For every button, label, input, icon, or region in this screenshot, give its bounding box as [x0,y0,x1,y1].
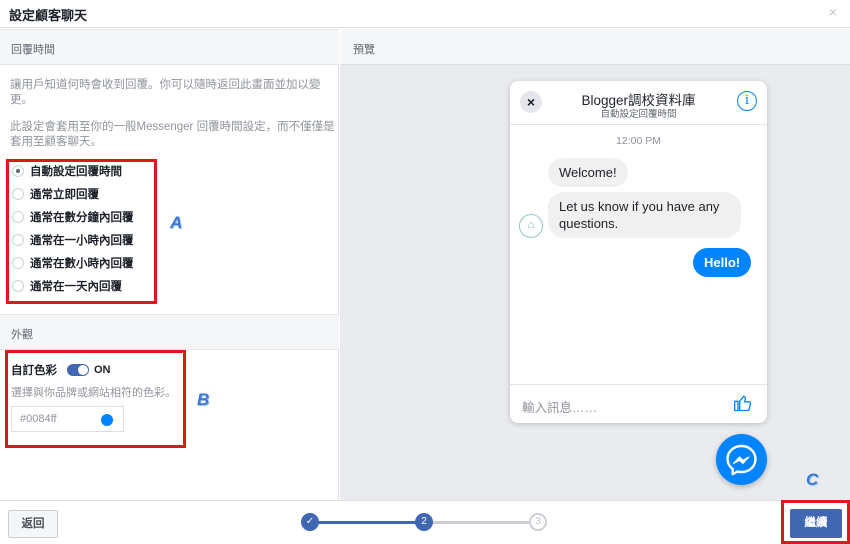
reply-time-scope-note: 此設定會套用至你的一般Messenger 回覆時間設定，而不僅僅是套用至顧客聊天… [10,121,335,148]
annotation-box-c [781,500,850,544]
dialog-title: 設定顧客聊天 [9,8,88,23]
reply-time-heading: 回覆時間 [11,44,55,56]
progress-line-complete [311,521,424,524]
annotation-marker-c: C [806,470,819,489]
messenger-icon [726,444,757,476]
page-avatar-icon: ⌂ [519,214,543,238]
dialog-footer: 返回 ✓ 2 3 繼續 [0,500,850,544]
preview-header: 預覽 [340,29,850,65]
step-2-current: 2 [415,513,433,531]
appearance-header: 外觀 [0,314,339,350]
message-input[interactable]: 輸入訊息…… [522,397,597,416]
preview-panel: 預覽 × Blogger調校資料庫 自動設定回覆時間 i 12:00 PM We… [340,29,850,500]
reply-time-header: 回覆時間 [0,29,339,65]
message-bubble-outgoing: Hello! [693,248,752,277]
annotation-marker-a: A [170,213,183,232]
step-1-complete-icon: ✓ [301,513,319,531]
appearance-heading: 外觀 [11,329,33,341]
chat-window-preview: × Blogger調校資料庫 自動設定回覆時間 i 12:00 PM Welco… [510,81,767,423]
chat-setup-dialog: 設定顧客聊天 × 回覆時間 讓用戶知道何時會收到回覆。你可以隨時返回此畫面並加以… [0,0,850,544]
annotation-box-b [5,350,186,448]
back-button[interactable]: 返回 [8,510,58,538]
message-bubble-incoming: Let us know if you have any questions. [548,192,741,238]
step-3-pending: 3 [529,513,547,531]
close-icon[interactable]: × [826,5,840,19]
messenger-launcher-button[interactable] [716,434,767,485]
annotation-box-a [6,159,157,304]
chat-reply-time: 自動設定回覆時間 [600,109,677,120]
chat-composer: 輸入訊息…… [510,384,767,423]
dialog-titlebar: 設定顧客聊天 × [0,0,850,28]
chat-timestamp: 12:00 PM [616,135,661,147]
chat-header: × Blogger調校資料庫 自動設定回覆時間 i [510,81,767,125]
thumbs-up-icon[interactable] [733,393,753,413]
reply-time-description: 讓用戶知道何時會收到回覆。你可以隨時返回此畫面並加以變更。 [10,79,321,106]
progress-line-pending [425,521,538,524]
annotation-marker-b: B [197,390,210,409]
info-icon[interactable]: i [737,91,757,111]
preview-heading: 預覽 [353,44,375,56]
message-bubble-incoming: Welcome! [548,158,628,187]
